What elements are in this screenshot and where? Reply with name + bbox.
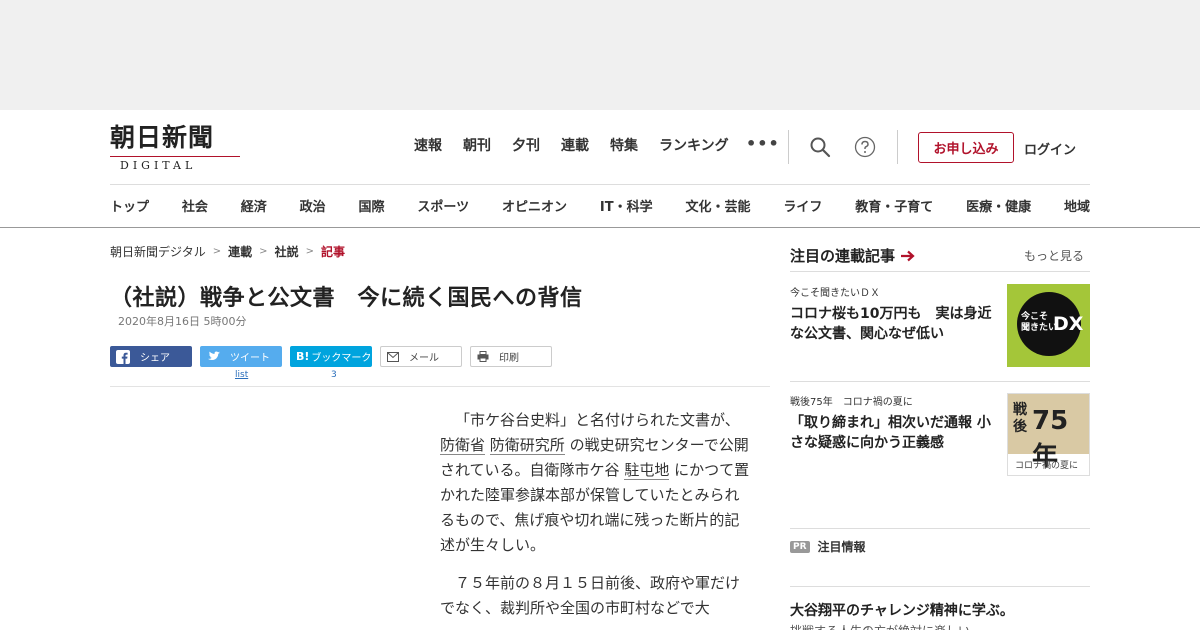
category-region[interactable]: 地域: [1064, 196, 1090, 215]
arrow-right-icon: [901, 250, 915, 261]
article-title: （社説）戦争と公文書 今に続く国民への背信: [110, 286, 583, 311]
keyword-link-nids[interactable]: 防衛研究所: [489, 436, 565, 455]
breadcrumb-current: 記事: [320, 245, 345, 259]
logo-underline: [110, 156, 240, 157]
twitter-icon: [207, 350, 220, 360]
article-body: 「市ケ谷台史料」と名付けられた文書が、 防衛省 防衛研究所 の戦史研究センターで…: [440, 408, 750, 630]
site-logo[interactable]: 朝日新聞 DIGITAL: [110, 123, 245, 172]
article-paragraph: 「市ケ谷台史料」と名付けられた文書が、 防衛省 防衛研究所 の戦史研究センターで…: [440, 408, 750, 558]
hatena-icon: B!: [296, 350, 310, 363]
article-divider: [110, 386, 770, 387]
article-date: 2020年8月16日 5時00分: [118, 315, 247, 328]
subscribe-button[interactable]: お申し込み: [918, 132, 1014, 163]
card-thumbnail[interactable]: 今こそ 聞きたい DX: [1007, 284, 1090, 367]
nav-breaking[interactable]: 速報: [414, 136, 442, 156]
thumbnail-text: DX: [1053, 313, 1084, 335]
category-society[interactable]: 社会: [182, 196, 208, 215]
card-headline[interactable]: 「取り締まれ」相次いだ通報 小さな疑惑に向かう正義感: [790, 413, 1000, 453]
pr-badge: PR: [790, 540, 810, 553]
category-nav: トップ 社会 経済 政治 国際 スポーツ オピニオン IT・科学 文化・芸能 ラ…: [110, 196, 1090, 215]
twitter-share-button[interactable]: ツイート: [200, 346, 282, 367]
breadcrumb-editorial[interactable]: 社説: [275, 243, 299, 260]
breadcrumb-separator: >: [305, 246, 314, 257]
keyword-link-mod[interactable]: 防衛省: [440, 436, 486, 455]
hatena-count[interactable]: 3: [331, 370, 337, 380]
breadcrumb-home[interactable]: 朝日新聞デジタル: [110, 243, 206, 260]
nav-series[interactable]: 連載: [561, 136, 589, 156]
logo-text: 朝日新聞: [110, 123, 215, 152]
category-international[interactable]: 国際: [359, 196, 385, 215]
breadcrumb: 朝日新聞デジタル > 連載 > 社説 > 記事: [110, 243, 345, 260]
facebook-share-label: シェア: [140, 353, 170, 364]
divider: [897, 130, 898, 164]
sidebar-card[interactable]: 戦後75年 コロナ禍の夏に 「取り締まれ」相次いだ通報 小さな疑惑に向かう正義感…: [790, 393, 1090, 476]
thumbnail-text: 今こそ 聞きたい: [1021, 312, 1058, 333]
hatena-label: ブックマーク: [311, 353, 372, 364]
category-economy[interactable]: 経済: [241, 196, 267, 215]
sidebar-more-link[interactable]: もっと見る: [1024, 247, 1084, 264]
mail-share-label: メール: [409, 353, 439, 364]
help-icon[interactable]: [854, 136, 876, 158]
facebook-share-button[interactable]: シェア: [110, 346, 192, 367]
nav-morning[interactable]: 朝刊: [463, 136, 491, 156]
category-it-science[interactable]: IT・科学: [600, 196, 653, 215]
sidebar-divider: [790, 381, 1090, 382]
breadcrumb-separator: >: [259, 246, 268, 257]
sidebar-card[interactable]: 今こそ聞きたいＤＸ コロナ桜も10万円も 実は身近な公文書、関心なぜ低い 今こそ…: [790, 284, 1090, 367]
nav-features[interactable]: 特集: [610, 136, 638, 156]
divider: [788, 130, 789, 164]
logo-subtext: DIGITAL: [120, 159, 197, 172]
category-life[interactable]: ライフ: [783, 196, 822, 215]
pr-subtext[interactable]: 挑戦する人生の方が絶対に楽しい: [790, 622, 970, 630]
keyword-link-camp[interactable]: 駐屯地: [624, 461, 670, 480]
sidebar-divider: [790, 271, 1090, 272]
category-top[interactable]: トップ: [110, 196, 149, 215]
pr-headline[interactable]: 大谷翔平のチャレンジ精神に学ぶ。: [790, 600, 1014, 620]
twitter-count[interactable]: list: [235, 370, 248, 380]
card-headline[interactable]: コロナ桜も10万円も 実は身近な公文書、関心なぜ低い: [790, 304, 1000, 344]
more-menu-icon[interactable]: •••: [746, 134, 780, 153]
sidebar-divider: [790, 586, 1090, 587]
mail-share-button[interactable]: メール: [380, 346, 462, 367]
category-opinion[interactable]: オピニオン: [502, 196, 567, 215]
sidebar-divider: [790, 528, 1090, 529]
twitter-share-label: ツイート: [230, 353, 270, 364]
card-thumbnail[interactable]: 戦 後 75年 コロナ禍の夏に: [1007, 393, 1090, 476]
sidebar-heading[interactable]: 注目の連載記事: [790, 245, 915, 266]
print-icon: [477, 351, 489, 362]
facebook-icon: [116, 349, 130, 364]
category-politics[interactable]: 政治: [300, 196, 326, 215]
pr-label: 注目情報: [817, 540, 866, 554]
article-paragraph: ７５年前の８月１５日前後、政府や軍だけでなく、裁判所や全国の市町村などで大: [440, 574, 741, 617]
hatena-bookmark-button[interactable]: B! ブックマーク: [290, 346, 372, 367]
mail-icon: [387, 351, 399, 362]
search-icon[interactable]: [809, 136, 831, 158]
breadcrumb-series[interactable]: 連載: [228, 243, 252, 260]
login-link[interactable]: ログイン: [1024, 139, 1076, 158]
category-education[interactable]: 教育・子育て: [855, 196, 933, 215]
category-health[interactable]: 医療・健康: [966, 196, 1031, 215]
category-sports[interactable]: スポーツ: [417, 196, 469, 215]
pr-section-heading: PR 注目情報: [790, 538, 866, 555]
breadcrumb-separator: >: [212, 246, 222, 257]
thumbnail-text: 戦 後: [1013, 402, 1027, 435]
paragraph-text: 「市ケ谷台史料」と名付けられた文書が、: [455, 411, 740, 429]
thumbnail-caption: コロナ禍の夏に: [1015, 461, 1079, 471]
nav-ranking[interactable]: ランキング: [659, 136, 729, 156]
advertisement-area: [0, 0, 1200, 110]
header-divider: [110, 184, 1090, 185]
sidebar-heading-text: 注目の連載記事: [790, 247, 896, 265]
print-button[interactable]: 印刷: [470, 346, 552, 367]
top-nav: 速報 朝刊 夕刊 連載 特集 ランキング: [414, 136, 750, 156]
print-label: 印刷: [499, 353, 519, 364]
site-header: 朝日新聞 DIGITAL 速報 朝刊 夕刊 連載 特集 ランキング ••• お申…: [0, 110, 1200, 228]
nav-evening[interactable]: 夕刊: [512, 136, 540, 156]
category-culture[interactable]: 文化・芸能: [685, 196, 750, 215]
